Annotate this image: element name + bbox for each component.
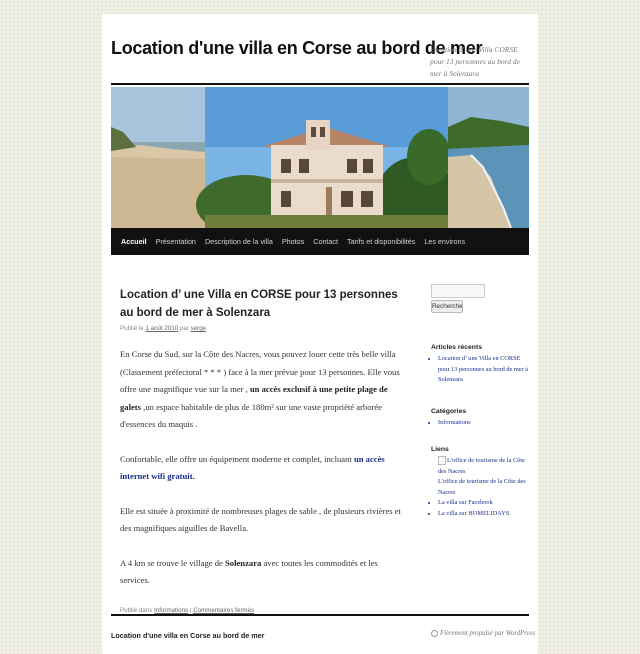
post-title[interactable]: Location d’ une Villa en CORSE pour 13 p… [120, 286, 402, 322]
footer-credit[interactable]: Fièrement propulsé par WordPress [431, 630, 535, 637]
footer-separator: | [189, 606, 192, 614]
menu-item-environs[interactable]: Les environs [420, 228, 470, 255]
meta-by: par [179, 325, 189, 332]
categories-widget: Catégories Informations [431, 408, 471, 429]
category-link[interactable]: Informations [154, 607, 188, 614]
comments-closed-label: Commentaires fermés [193, 606, 255, 614]
category-informations-link[interactable]: Informations [438, 419, 471, 426]
menu-item-accueil[interactable]: Accueil [111, 228, 151, 255]
categories-title: Catégories [431, 408, 467, 415]
site-description: Location d' une Villa CORSE pour 13 pers… [430, 45, 520, 78]
site-title[interactable]: Location d'une villa en Corse au bord de… [111, 38, 482, 59]
paragraph-1: En Corse du Sud, sur la Côte des Nacres,… [120, 346, 402, 434]
tourism-image-alt: L'office de tourisme de la Côte des Nacr… [438, 457, 525, 475]
post-meta: Publié le 1 août 2010 par serge [120, 325, 402, 332]
recent-posts-title: Articles récents [431, 344, 483, 351]
sidebar: Recherche Articles récents Location d’ u… [431, 284, 531, 517]
list-item: La villa sur HOMELIDAYS [438, 509, 531, 520]
header-rule [111, 83, 529, 85]
post-author-link[interactable]: serge [191, 325, 206, 332]
paragraph-3: Elle est située à proximité de nombreuse… [120, 505, 401, 534]
menu-item-contact[interactable]: Contact [309, 228, 343, 255]
wordpress-icon [431, 630, 438, 637]
tourism-image-link[interactable]: L'office de tourisme de la Côte des Nacr… [438, 456, 525, 475]
homelidays-link[interactable]: La villa sur HOMELIDAYS [438, 510, 509, 517]
list-item: Informations [438, 418, 471, 429]
post-footer-meta: Publié dans Informations | Commentaires … [120, 607, 402, 614]
facebook-link[interactable]: La villa sur Facebook [438, 499, 493, 506]
paragraph-4-text: A 4 km se trouve le village de [120, 557, 223, 568]
paragraph-4-bold: Solenzara [225, 557, 262, 568]
list-item: L'office de tourisme de la Côte des Nacr… [438, 456, 531, 477]
main-menu: Accueil Présentation Description de la v… [111, 228, 529, 255]
paragraph-2: Confortable, elle offre un équipement mo… [120, 451, 402, 486]
search-input[interactable] [431, 284, 485, 298]
footer-credit-text: Fièrement propulsé par WordPress [440, 630, 535, 638]
footer-rule [111, 614, 529, 616]
menu-item-photos[interactable]: Photos [277, 228, 308, 255]
footer-site-title[interactable]: Location d'une villa en Corse au bord de… [111, 631, 264, 640]
meta-prefix: Publié le [120, 325, 144, 332]
broken-image-icon [438, 456, 446, 465]
links-widget: Liens L'office de tourisme de la Côte de… [431, 446, 531, 519]
menu-item-description[interactable]: Description de la villa [200, 228, 277, 255]
recent-post-link[interactable]: Location d’ une Villa en CORSE pour 13 p… [438, 355, 528, 383]
footer-prefix: Publié dans [120, 606, 153, 614]
menu-item-tarifs[interactable]: Tarifs et disponibilités [343, 228, 420, 255]
tourism-office-link[interactable]: L'office de tourisme de la Côte des Nacr… [438, 478, 526, 496]
links-title: Liens [431, 446, 449, 453]
page-container: Location d'une villa en Corse au bord de… [102, 14, 538, 654]
post-content: En Corse du Sud, sur la Côte des Nacres,… [120, 346, 402, 590]
list-item: Location d’ une Villa en CORSE pour 13 p… [438, 354, 531, 386]
list-item: L'office de tourisme de la Côte des Nacr… [438, 477, 531, 498]
menu-item-presentation[interactable]: Présentation [151, 228, 200, 255]
search-button[interactable]: Recherche [431, 300, 463, 313]
paragraph-4: A 4 km se trouve le village de Solenzara… [120, 555, 402, 590]
post-article: Location d’ une Villa en CORSE pour 13 p… [120, 286, 402, 614]
recent-posts-widget: Articles récents Location d’ une Villa e… [431, 344, 531, 386]
list-item: La villa sur Facebook [438, 498, 531, 509]
paragraph-2-text: Confortable, elle offre un équipement mo… [120, 453, 352, 464]
paragraph-1-text-end: ,un espace habitable de plus de 180m² su… [120, 401, 382, 430]
header-banner-image [111, 87, 529, 228]
post-date-link[interactable]: 1 août 2010 [145, 325, 178, 332]
